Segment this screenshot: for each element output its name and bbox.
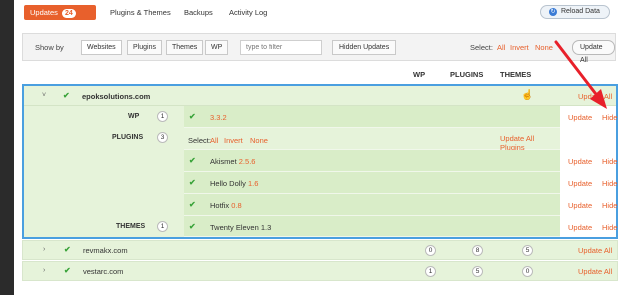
- annotation-arrow-icon: [554, 40, 607, 109]
